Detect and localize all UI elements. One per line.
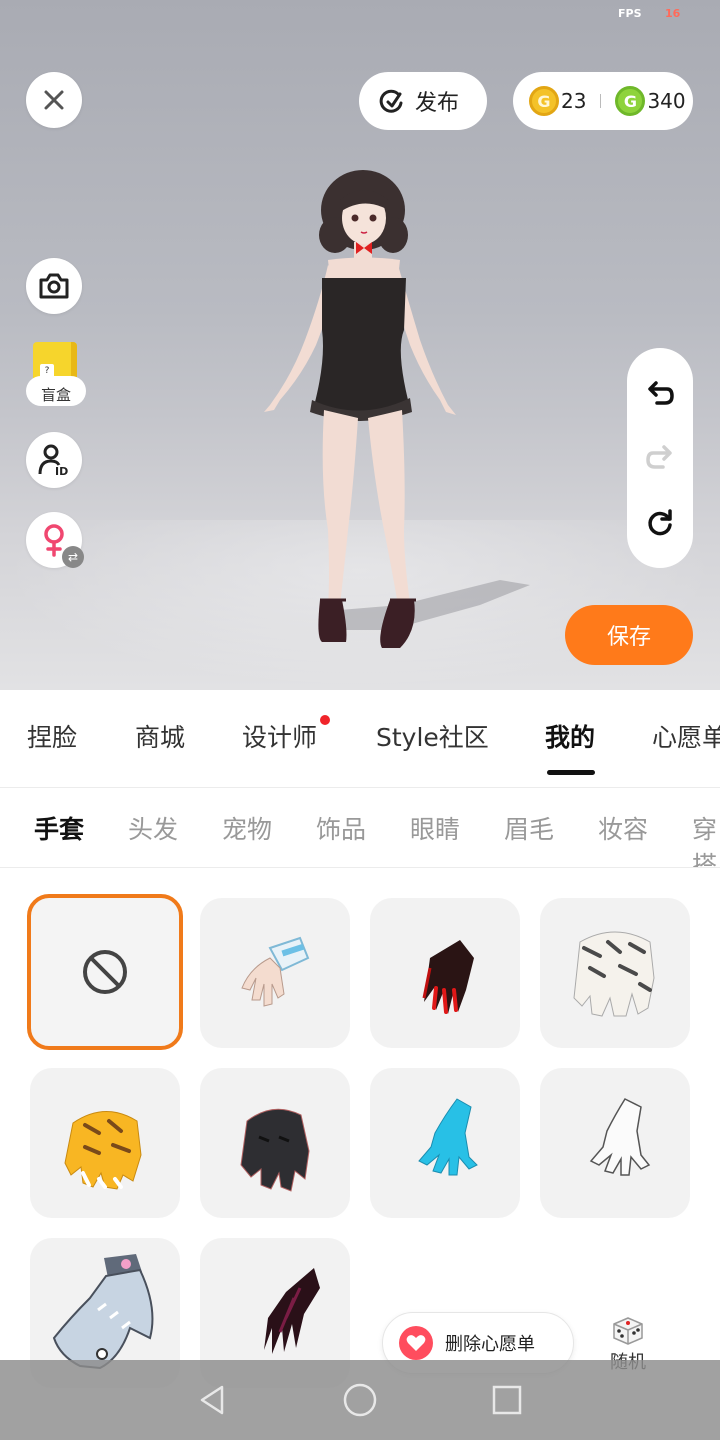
save-button[interactable]: 保存 [565,605,693,665]
system-nav-bar [0,1360,720,1440]
shark-glove-icon [52,1254,154,1370]
item-glove-3[interactable] [540,898,690,1048]
redo-icon[interactable] [645,443,675,473]
tab-wishlist[interactable]: 心愿单 [652,718,720,754]
camera-icon [39,273,69,299]
currency-divider [600,94,602,108]
tab-designer-label: 设计师 [242,723,318,752]
fps-value: 16 [665,7,681,20]
tab-shop[interactable]: 商城 [135,718,185,754]
item-glove-2[interactable] [370,898,520,1048]
green-coin-icon: G [615,86,646,116]
yellow-tiger-glove-icon [64,1111,142,1190]
tab-mine-label: 我的 [545,723,596,752]
green-coin-value: 340 [647,89,686,113]
white-blue-glove-icon [241,936,310,1007]
category-tab-bar: 手套 头发 宠物 饰品 眼睛 眉毛 妆容 穿搭 [0,788,720,868]
gold-coin-value: 23 [561,89,587,113]
white-tiger-glove-icon [573,931,655,1017]
dark-claw-glove-icon [264,1268,320,1354]
item-glove-7[interactable] [540,1068,690,1218]
blindbox-button[interactable]: ? 盲盒 [26,340,86,410]
camera-button[interactable] [26,258,82,314]
item-glove-5[interactable] [200,1068,350,1218]
active-tab-indicator [547,770,595,775]
fps-label: FPS [618,7,642,20]
dice-icon [613,1317,643,1345]
user-id-icon: ID [38,444,68,477]
close-icon [44,90,64,110]
avatar-id-button[interactable]: ID [26,432,82,488]
tab-shop-label: 商城 [135,723,186,752]
reset-icon[interactable] [645,507,675,537]
cyan-glove-icon [418,1098,478,1176]
category-makeup[interactable]: 妆容 [598,810,648,846]
tab-style-community-label: Style社区 [376,723,489,752]
home-nav-icon[interactable] [342,1382,378,1418]
item-none[interactable] [27,894,183,1050]
undo-icon[interactable] [645,379,675,409]
gold-coin-icon: G [529,86,559,116]
heart-icon [399,1326,433,1360]
svg-text:ID: ID [55,465,68,477]
category-outfit[interactable]: 穿搭 [692,810,720,867]
publish-label: 发布 [415,91,460,116]
category-accessory[interactable]: 饰品 [316,810,366,846]
tab-face-label: 捏脸 [27,723,78,752]
remove-wishlist-label: 删除心愿单 [445,1334,535,1355]
black-red-claw-glove-icon [422,940,474,1014]
notification-dot [320,715,331,725]
tab-wishlist-label: 心愿单 [652,723,720,752]
tab-designer[interactable]: 设计师 [242,715,331,754]
blindbox-label: 盲盒 [26,376,86,406]
close-button[interactable] [26,72,82,128]
recents-nav-icon[interactable] [490,1383,524,1417]
currency-balance[interactable]: G 23 G 340 [513,72,693,130]
main-tab-bar: 捏脸 商城 设计师 Style社区 我的 心愿单 [0,690,720,788]
item-glove-4[interactable] [30,1068,180,1218]
swap-icon: ⇄ [62,546,84,568]
avatar-viewport[interactable]: FPS 16 发布 G 23 G 340 ? 盲盒 ID ⇄ 保存 [0,0,720,690]
publish-button[interactable]: 发布 [359,72,487,130]
item-grid [0,868,720,1388]
category-pet[interactable]: 宠物 [222,810,272,846]
publish-icon [379,89,403,113]
item-glove-1[interactable] [200,898,350,1048]
category-eyes[interactable]: 眼睛 [410,810,460,846]
category-eyebrows[interactable]: 眉毛 [504,810,554,846]
tab-style-community[interactable]: Style社区 [376,718,489,754]
none-icon [83,950,127,994]
avatar-model[interactable] [250,160,550,660]
tab-mine[interactable]: 我的 [545,718,595,754]
item-glove-6[interactable] [370,1068,520,1218]
tab-face[interactable]: 捏脸 [27,718,77,754]
black-glove-icon [240,1108,310,1192]
white-lace-glove-icon [589,1098,651,1176]
history-panel [627,348,693,568]
back-nav-icon[interactable] [196,1383,230,1417]
category-hair[interactable]: 头发 [128,810,178,846]
category-gloves[interactable]: 手套 [34,810,84,846]
